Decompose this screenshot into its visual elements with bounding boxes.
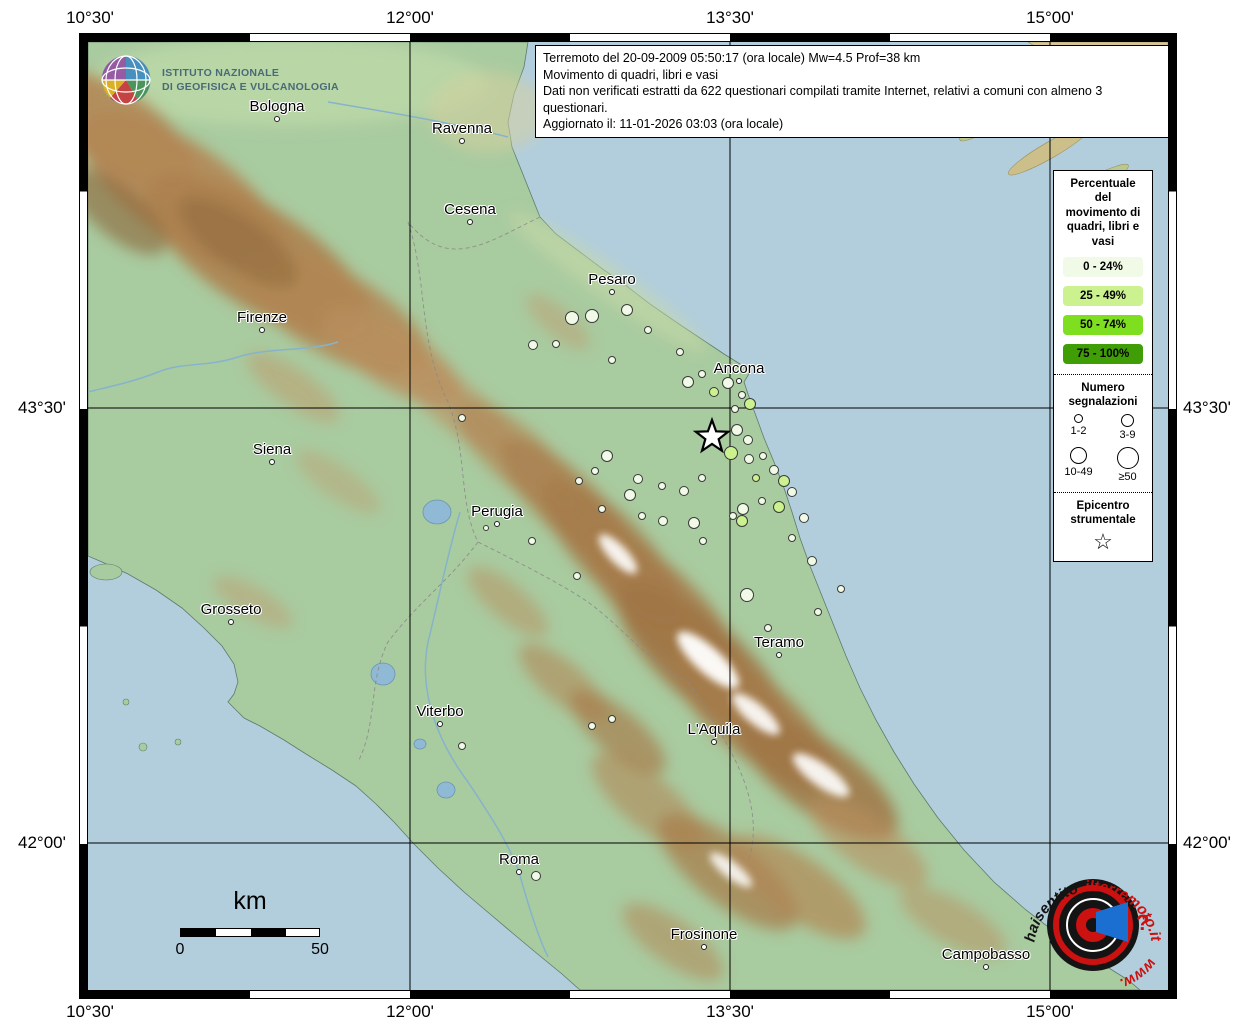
ingv-globe-icon [100,54,152,106]
coord-label-top-2: 12°00' [386,8,434,28]
ingv-name-line2: DI GEOFISICA E VULCANOLOGIA [162,80,339,94]
legend-class-50-74: 50 - 74% [1062,314,1144,336]
scale-bar: km 0 50 [148,887,368,957]
city-dot [459,138,465,144]
city-label: Pesaro [588,271,636,288]
city-dot [609,289,615,295]
coord-label-bottom-3: 13°30' [706,1002,754,1022]
count-label: 1-2 [1071,425,1087,437]
count-label: 3-9 [1120,429,1136,441]
ingv-name-line1: ISTITUTO NAZIONALE [162,66,339,80]
city-dot [467,219,473,225]
map-frame-left [79,33,88,999]
frame-corner [79,33,88,42]
city-label: Ancona [714,360,765,377]
count-50plus: ≥50 [1103,447,1152,483]
coord-label-bottom-1: 10°30' [66,1002,114,1022]
city-dot [274,116,280,122]
city-dot [516,869,522,875]
legend-class-0-24: 0 - 24% [1062,256,1144,278]
earthquake-felt-map-page: 10°30' 12°00' 13°30' 15°00' 10°30' 12°00… [0,0,1255,1024]
map-frame-bottom [79,990,1177,999]
coord-label-top-3: 13°30' [706,8,754,28]
scale-end-label: 50 [311,941,329,959]
count-circle-50plus-icon [1117,447,1139,469]
hsit-text-www: www. [1117,955,1159,990]
city-dot [776,652,782,658]
count-3-9: 3-9 [1103,414,1152,441]
frame-corner [79,990,88,999]
coord-label-bottom-4: 15°00' [1026,1002,1074,1022]
city-label: Firenze [237,309,287,326]
coord-label-right-2: 42°00' [1183,833,1231,853]
city-label: Campobasso [942,946,1030,963]
legend-count-symbols: 1-2 3-9 10-49 ≥50 [1054,414,1152,483]
count-label: 10-49 [1064,466,1092,478]
frame-corner [1168,990,1177,999]
city-label: Cesena [444,201,496,218]
count-circle-3-9-icon [1121,414,1134,427]
scale-unit-label: km [180,887,320,916]
event-info-line3: Dati non verificati estratti da 622 ques… [543,83,1161,116]
coord-label-left-1: 43°30' [18,398,66,418]
city-label: Siena [253,441,291,458]
legend-counts-title: Numero segnalazioni [1064,381,1142,410]
epicenter-star-icon: ☆ [1054,531,1152,553]
city-dot [494,521,500,527]
city-label: L'Aquila [688,721,741,738]
count-circle-1-2-icon [1074,414,1083,423]
city-dot [711,739,717,745]
city-dot [269,459,275,465]
city-label: Grosseto [201,601,262,618]
legend-class-75-100: 75 - 100% [1062,343,1144,365]
city-label: Frosinone [671,926,738,943]
legend: Percentuale del movimento di quadri, lib… [1053,170,1153,562]
legend-title: Percentuale del movimento di quadri, lib… [1064,177,1142,249]
city-label: Ravenna [432,120,492,137]
cities-layer: BolognaRavennaCesenaFirenzePesaroAnconaS… [88,42,1168,990]
frame-corner [1168,33,1177,42]
count-label: ≥50 [1118,471,1136,483]
legend-class-25-49: 25 - 49% [1062,285,1144,307]
coord-label-right-1: 43°30' [1183,398,1231,418]
city-dot [736,378,742,384]
city-dot [437,721,443,727]
legend-epicenter-title: Epicentro strumentale [1064,499,1142,528]
count-10-49: 10-49 [1054,447,1103,483]
city-dot [228,619,234,625]
scale-start-label: 0 [176,941,185,959]
event-info-line2: Movimento di quadri, libri e vasi [543,67,1161,84]
count-1-2: 1-2 [1054,414,1103,441]
event-info-line1: Terremoto del 20-09-2009 05:50:17 (ora l… [543,50,1161,67]
scale-bar-graphic [180,928,320,937]
coord-label-top-1: 10°30' [66,8,114,28]
count-circle-10-49-icon [1070,447,1087,464]
event-info-line4: Aggiornato il: 11-01-2026 03:03 (ora loc… [543,116,1161,133]
coord-label-bottom-2: 12°00' [386,1002,434,1022]
map-canvas: BolognaRavennaCesenaFirenzePesaroAnconaS… [88,42,1168,990]
city-dot [701,944,707,950]
city-label: Roma [499,851,539,868]
haisentitoilterremoto-logo: ? haisentito ilterremoto.it www. [1018,850,1168,990]
coord-label-top-4: 15°00' [1026,8,1074,28]
city-label: Teramo [754,634,804,651]
ingv-logo: ISTITUTO NAZIONALE DI GEOFISICA E VULCAN… [100,54,339,106]
map-frame-top [79,33,1177,42]
legend-separator [1054,374,1152,375]
legend-separator [1054,492,1152,493]
map-frame-right [1168,33,1177,999]
city-label: Perugia [471,503,523,520]
event-info-box: Terremoto del 20-09-2009 05:50:17 (ora l… [535,45,1168,138]
city-label: Viterbo [416,703,463,720]
city-dot [259,327,265,333]
city-dot [983,964,989,970]
coord-label-left-2: 42°00' [18,833,66,853]
